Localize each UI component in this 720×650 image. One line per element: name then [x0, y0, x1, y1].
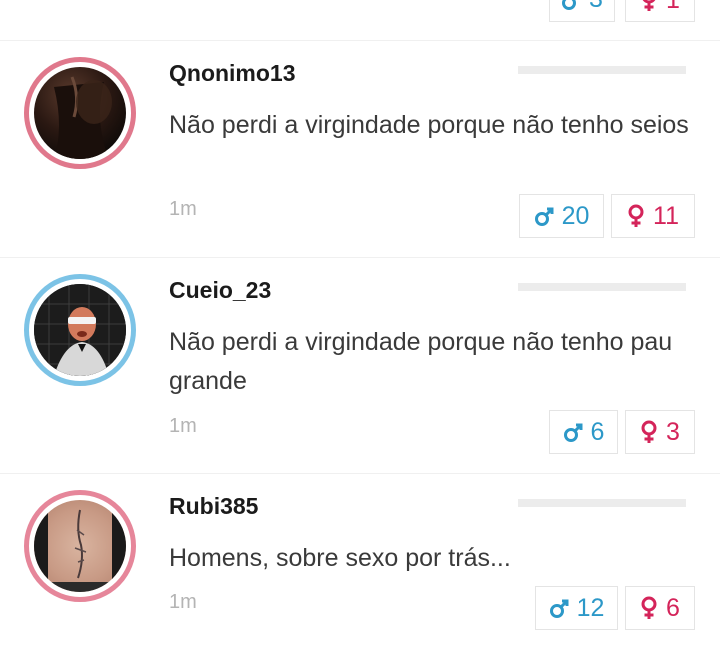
male-symbol-icon	[562, 0, 577, 10]
previous-post-partial: 3 1	[0, 0, 720, 41]
male-symbol-icon	[549, 599, 569, 618]
level-bar	[518, 499, 686, 507]
female-vote-button[interactable]: 1	[625, 0, 695, 22]
female-vote-button[interactable]: 3	[625, 410, 695, 454]
username[interactable]: Qnonimo13	[169, 60, 296, 87]
feed: 3 1 Qnonimo13 Não perdi a virgindade por…	[0, 0, 720, 650]
post-item[interactable]: Cueio_23 Não perdi a virgindade porque n…	[0, 257, 720, 474]
post-item[interactable]: Qnonimo13 Não perdi a virgindade porque …	[0, 40, 720, 258]
timestamp: 1m	[169, 415, 197, 437]
male-vote-count: 6	[590, 417, 605, 446]
timestamp: 1m	[169, 591, 197, 613]
avatar-image	[34, 67, 126, 159]
username[interactable]: Cueio_23	[169, 277, 271, 304]
post-item[interactable]: Rubi385 Homens, sobre sexo por trás... 1…	[0, 473, 720, 650]
female-vote-button[interactable]: 11	[611, 194, 695, 238]
female-vote-count: 1	[666, 0, 680, 15]
post-text[interactable]: Não perdi a virgindade porque não tenho …	[169, 323, 689, 401]
male-symbol-icon	[534, 207, 554, 226]
avatar[interactable]	[24, 57, 136, 169]
male-vote-button[interactable]: 12	[535, 586, 618, 630]
avatar-image	[34, 500, 126, 592]
female-symbol-icon	[642, 0, 656, 11]
female-symbol-icon	[641, 420, 657, 443]
avatar[interactable]	[24, 274, 136, 386]
level-bar	[518, 66, 686, 74]
female-symbol-icon	[628, 204, 644, 227]
female-vote-count: 6	[666, 593, 680, 622]
username[interactable]: Rubi385	[169, 493, 258, 520]
male-vote-button[interactable]: 6	[549, 410, 618, 454]
post-text[interactable]: Não perdi a virgindade porque não tenho …	[169, 106, 689, 145]
avatar-image	[34, 284, 126, 376]
male-symbol-icon	[563, 423, 583, 442]
female-vote-button[interactable]: 6	[625, 586, 695, 630]
female-vote-count: 3	[666, 417, 680, 446]
female-vote-count: 11	[653, 201, 679, 230]
level-bar	[518, 283, 686, 291]
male-vote-count: 20	[561, 201, 590, 230]
female-symbol-icon	[641, 596, 657, 619]
male-vote-button[interactable]: 3	[549, 0, 615, 22]
male-vote-count: 3	[589, 0, 603, 14]
avatar[interactable]	[24, 490, 136, 602]
timestamp: 1m	[169, 198, 197, 220]
post-text[interactable]: Homens, sobre sexo por trás...	[169, 539, 689, 578]
male-vote-count: 12	[576, 593, 605, 622]
male-vote-button[interactable]: 20	[519, 194, 604, 238]
